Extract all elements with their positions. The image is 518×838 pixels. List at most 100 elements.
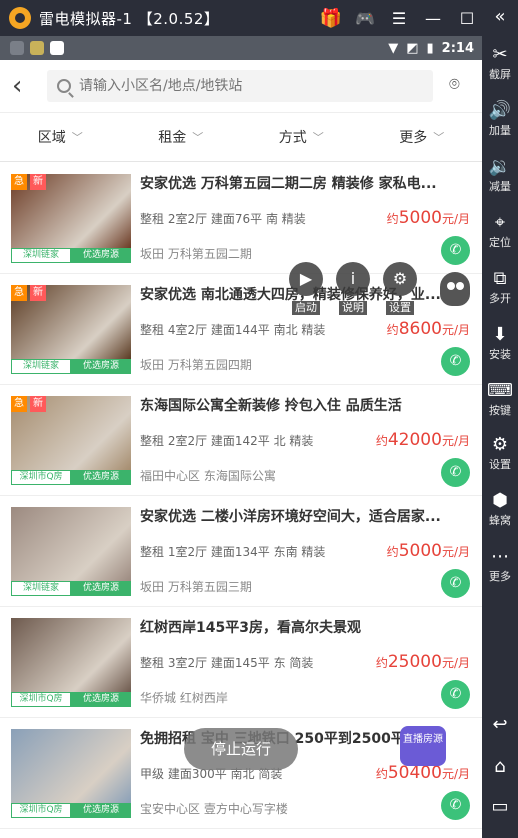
multi-window-icon: ⧉ [493,268,507,289]
filter-mode[interactable]: 方式 ﹀ [241,113,362,161]
listing-photo [11,507,131,581]
chevron-down-icon: ﹀ [433,131,445,144]
urgent-badge: 急 [11,396,27,412]
new-badge: 新 [30,285,46,301]
volume-down-icon: 🔉 [488,156,512,177]
listing-price: 约8600元/月 [387,319,470,339]
listing-title: 红树西岸145平3房，看高尔夫景观 [140,620,361,636]
listing-title: 安家优选 二楼小洋房环境好空间大，适合居家... [140,509,441,525]
home-icon: ⌂ [494,756,506,777]
sidebar-button-1[interactable]: 🔊 加量 [482,100,518,138]
sidebar-button-8[interactable]: ⬢ 蜂窝 [482,490,518,528]
android-nav-button[interactable]: ↩ [482,714,518,736]
listing-photo [11,729,131,803]
listing-item[interactable]: 急新深圳链家 优选房源 安家优选 万科第五园二期二房 精装修 家私电... 整租 2室… [0,163,482,274]
back-arrow-icon[interactable]: ‹ [12,72,36,100]
filter-more[interactable]: 更多 ﹀ [362,113,483,161]
listing-thumbnail: 深圳链家 优选房源 [11,507,131,596]
price-prefix: 约 [375,767,388,781]
chevron-down-icon: ﹀ [192,131,204,144]
sidebar-button-7[interactable]: ⚙ 设置 [482,434,518,472]
filter-district[interactable]: 区域 ﹀ [0,113,121,161]
search-input[interactable] [79,78,409,94]
wifi-icon: ▼ [388,40,399,56]
filter-bar: 区域 ﹀ 租金 ﹀ 方式 ﹀ 更多 ﹀ [0,112,482,162]
phone-call-icon[interactable]: ✆ [441,791,470,820]
sidebar-button-4[interactable]: ⧉ 多开 [482,268,518,306]
filter-rent[interactable]: 租金 ﹀ [121,113,242,161]
overlay-tool-button[interactable]: ⚙ 设置 [382,262,418,315]
sidebar-button-6[interactable]: ⌨ 按键 [482,380,518,418]
sidebar-button-9[interactable]: ⋯ 更多 [482,546,518,584]
volume-up-icon: 🔊 [488,100,512,121]
sidebar-label: 安装 [489,348,511,361]
listing-item[interactable]: 深圳市Q房 优选房源 红树西岸145平3房，看高尔夫景观 整租 3室2厅 建面145平… [0,607,482,718]
phone-call-icon[interactable]: ✆ [441,347,470,376]
maximize-icon[interactable]: ☐ [450,0,484,36]
phone-call-icon[interactable]: ✆ [441,680,470,709]
price-value: 42000 [387,430,442,450]
notification-app-icon [30,41,44,55]
sidebar-button-2[interactable]: 🔉 减量 [482,156,518,194]
price-unit: 元/月 [441,323,470,337]
preferred-tag: 优选房源 [71,692,131,707]
phone-call-icon[interactable]: ✆ [441,569,470,598]
overlay-tool-button[interactable]: ▶ 启动 [288,262,324,315]
sidebar-label: 加量 [489,124,511,137]
source-tag: 深圳市Q房 [11,470,71,485]
more-dots-icon: ⋯ [491,546,509,567]
sidebar-label: 更多 [489,570,511,583]
live-listing-button[interactable]: 直播房源 [398,720,448,770]
listing-item[interactable]: 深圳链家 优选房源 安家优选 二楼小洋房环境好空间大，适合居家... 整租 1室2厅 … [0,496,482,607]
listing-price: 约25000元/月 [376,652,470,672]
stop-running-button[interactable]: 停止运行 [184,728,298,770]
source-tag: 深圳链家 [11,248,71,263]
bug-assistant-icon[interactable] [437,264,473,308]
phone-call-icon[interactable]: ✆ [441,236,470,265]
listing-item[interactable]: 急新深圳市Q房 优选房源 东海国际公寓全新装修 拎包入住 品质生活 整租 2室2厅 建… [0,385,482,496]
scissors-icon: ✂ [492,44,508,65]
listing-address: 福田中心区 东海国际公寓 [140,469,276,483]
listing-address: 宝安中心区 壹方中心写字楼 [140,802,288,816]
location-pin-icon: ⌖ [494,212,506,233]
emulator-logo-icon [9,7,31,29]
notification-blank-icon [50,41,64,55]
listing-badges: 急新 [11,285,46,301]
overlay-tool-label: 设置 [386,301,414,315]
price-unit: 元/月 [441,545,470,559]
emulator-titlebar: 雷电模拟器-1 【2.0.52】 🎁 🎮 ☰ — ☐ ✕ [0,0,518,36]
price-prefix: 约 [386,323,399,337]
sidebar-label: 蜂窝 [489,514,511,527]
collapse-sidebar-button[interactable]: « [482,6,518,28]
recent-apps-icon: ▭ [491,796,509,817]
listing-info: 整租 2室2厅 建面76平 南 精装 [140,212,306,226]
menu-icon[interactable]: ☰ [382,0,416,36]
android-nav-button[interactable]: ⌂ [482,756,518,778]
price-value: 5000 [398,541,442,561]
listing-thumbnail: 急新深圳市Q房 优选房源 [11,396,131,485]
gift-icon[interactable]: 🎁 [314,0,348,36]
price-prefix: 约 [375,656,388,670]
sidebar-label: 多开 [489,292,511,305]
listing-price: 约42000元/月 [376,430,470,450]
sidebar-button-0[interactable]: ✂ 截屏 [482,44,518,82]
gamepad-icon[interactable]: 🎮 [348,0,382,36]
price-value: 25000 [387,652,442,672]
sidebar-label: 按键 [489,404,511,417]
map-location-icon[interactable]: ⌾ [449,74,469,98]
play-icon: ▶ [289,262,323,296]
preferred-tag: 优选房源 [71,359,131,374]
sidebar-button-5[interactable]: ⬇ 安装 [482,324,518,362]
overlay-tool-button[interactable]: i 说明 [335,262,371,315]
sidebar-label: 减量 [489,180,511,193]
urgent-badge: 急 [11,174,27,190]
no-signal-icon: ◩ [406,40,419,56]
listing-address: 坂田 万科第五园三期 [140,580,252,594]
search-box[interactable] [47,70,433,102]
listing-info: 整租 3室2厅 建面145平 东 简装 [140,656,314,670]
android-nav-button[interactable]: ▭ [482,796,518,818]
clock: 2:14 [441,40,474,56]
minimize-icon[interactable]: — [416,0,450,36]
sidebar-button-3[interactable]: ⌖ 定位 [482,212,518,250]
phone-call-icon[interactable]: ✆ [441,458,470,487]
